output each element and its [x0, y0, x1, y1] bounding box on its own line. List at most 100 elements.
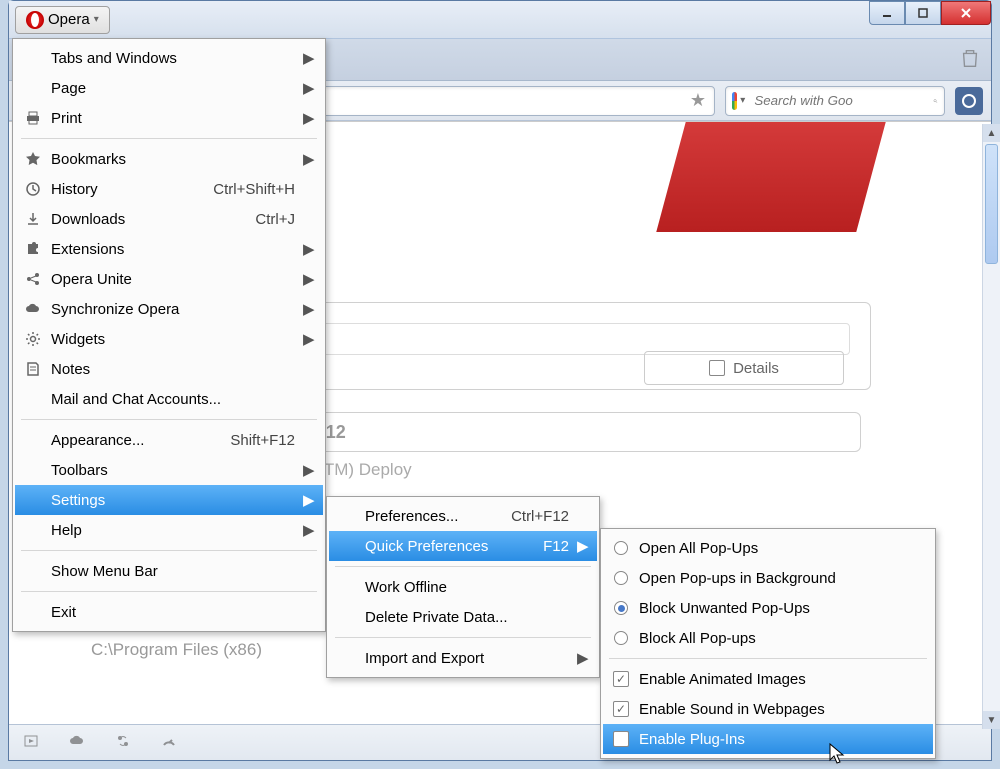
submenu-arrow-icon: ▶ — [303, 49, 313, 67]
menu-item-toolbars[interactable]: Toolbars ▶ — [15, 455, 323, 485]
menu-item-work-offline[interactable]: Work Offline — [329, 572, 597, 602]
minimize-icon — [879, 5, 895, 21]
menu-item-appearance[interactable]: Appearance...Shift+F12 — [15, 425, 323, 455]
maximize-button[interactable] — [905, 1, 941, 25]
menu-item-extensions[interactable]: Extensions ▶ — [15, 234, 323, 264]
menu-item-accelerator: F12 — [513, 538, 569, 555]
checkbox-icon: ✓ — [611, 701, 631, 717]
menu-item-open-pop-ups-in-background[interactable]: Open Pop-ups in Background — [603, 563, 933, 593]
menu-item-widgets[interactable]: Widgets ▶ — [15, 324, 323, 354]
menu-item-block-unwanted-pop-ups[interactable]: Block Unwanted Pop-Ups — [603, 593, 933, 623]
panel-toggle-icon[interactable] — [23, 733, 39, 753]
note-icon — [23, 361, 43, 377]
chevron-down-icon[interactable]: ▾ — [737, 95, 748, 106]
menu-item-label: History — [51, 181, 175, 198]
submenu-arrow-icon: ▶ — [303, 240, 313, 258]
decorative-banner — [656, 122, 885, 232]
chevron-down-icon: ▾ — [94, 14, 99, 25]
menu-item-label: Page — [51, 80, 295, 97]
menu-item-delete-private-data[interactable]: Delete Private Data... — [329, 602, 597, 632]
menu-item-page[interactable]: Page▶ — [15, 73, 323, 103]
closed-tabs-trash-button[interactable] — [959, 47, 981, 73]
menu-item-label: Delete Private Data... — [365, 609, 569, 626]
gear-icon — [23, 331, 43, 347]
menu-item-notes[interactable]: Notes — [15, 354, 323, 384]
menu-item-show-menu-bar[interactable]: Show Menu Bar — [15, 556, 323, 586]
scroll-down-arrow-icon[interactable]: ▼ — [983, 711, 1000, 729]
scroll-up-arrow-icon[interactable]: ▲ — [983, 124, 1000, 142]
minimize-button[interactable] — [869, 1, 905, 25]
menu-item-label: Help — [51, 522, 295, 539]
close-button[interactable] — [941, 1, 991, 25]
menu-item-label: Print — [51, 110, 295, 127]
menu-item-accelerator: Ctrl+F12 — [481, 508, 569, 525]
menu-item-accelerator: Ctrl+J — [225, 211, 295, 228]
menu-item-label: Preferences... — [365, 508, 473, 525]
menu-item-label: Enable Animated Images — [639, 671, 905, 688]
menu-item-label: Widgets — [51, 331, 295, 348]
menu-item-enable-plug-ins[interactable]: Enable Plug-Ins — [603, 724, 933, 754]
star-icon — [23, 151, 43, 167]
menu-separator — [21, 138, 317, 139]
search-field[interactable]: ▾ — [725, 86, 945, 116]
menu-item-synchronize-opera[interactable]: Synchronize Opera▶ — [15, 294, 323, 324]
submenu-arrow-icon: ▶ — [303, 109, 313, 127]
menu-item-opera-unite[interactable]: Opera Unite ▶ — [15, 264, 323, 294]
menu-item-exit[interactable]: Exit — [15, 597, 323, 627]
menu-item-label: Enable Plug-Ins — [639, 731, 905, 748]
menu-item-bookmarks[interactable]: Bookmarks▶ — [15, 144, 323, 174]
opera-turbo-button[interactable] — [955, 87, 983, 115]
menu-item-downloads[interactable]: Downloads Ctrl+J — [15, 204, 323, 234]
menu-item-label: Bookmarks — [51, 151, 295, 168]
menu-item-quick-preferences[interactable]: Quick PreferencesF12▶ — [329, 531, 597, 561]
menu-item-open-all-pop-ups[interactable]: Open All Pop-Ups — [603, 533, 933, 563]
titlebar: Opera ▾ — [9, 1, 991, 39]
menu-item-tabs-and-windows[interactable]: Tabs and Windows ▶ — [15, 43, 323, 73]
menu-item-label: Show Menu Bar — [51, 563, 295, 580]
window-controls — [869, 1, 991, 25]
menu-item-history[interactable]: HistoryCtrl+Shift+H — [15, 174, 323, 204]
opera-menu-button[interactable]: Opera ▾ — [15, 6, 110, 34]
menu-item-settings[interactable]: Settings▶ — [15, 485, 323, 515]
details-button[interactable]: Details — [644, 351, 844, 385]
turbo-status-icon[interactable] — [161, 733, 177, 753]
menu-item-import-and-export[interactable]: Import and Export▶ — [329, 643, 597, 673]
print-icon — [23, 110, 43, 126]
menu-separator — [609, 658, 927, 659]
menu-item-label: Quick Preferences — [365, 538, 505, 555]
menu-item-accelerator: Shift+F12 — [200, 432, 295, 449]
scrollbar-thumb[interactable] — [985, 144, 998, 264]
submenu-arrow-icon: ▶ — [303, 461, 313, 479]
submenu-arrow-icon: ▶ — [577, 649, 587, 667]
submenu-arrow-icon: ▶ — [303, 330, 313, 348]
menu-item-mail-and-chat-accounts[interactable]: Mail and Chat Accounts... — [15, 384, 323, 414]
link-status-icon[interactable] — [115, 733, 131, 753]
checkbox-icon — [709, 360, 725, 376]
radio-icon — [611, 601, 631, 615]
menu-item-label: Mail and Chat Accounts... — [51, 391, 295, 408]
menu-item-label: Downloads — [51, 211, 217, 228]
settings-submenu: Preferences... Ctrl+F12 Quick Preferences F… — [326, 496, 600, 678]
menu-item-label: Block Unwanted Pop-Ups — [639, 600, 905, 617]
menu-item-help[interactable]: Help▶ — [15, 515, 323, 545]
menu-item-print[interactable]: Print ▶ — [15, 103, 323, 133]
menu-item-enable-sound-in-webpages[interactable]: ✓Enable Sound in Webpages — [603, 694, 933, 724]
bookmark-star-icon[interactable]: ★ — [690, 90, 706, 111]
menu-item-block-all-pop-ups[interactable]: Block All Pop-ups — [603, 623, 933, 653]
details-label: Details — [733, 360, 779, 377]
menu-item-label: Work Offline — [365, 579, 569, 596]
vertical-scrollbar[interactable]: ▲ ▼ — [982, 124, 1000, 729]
menu-item-label: Open All Pop-Ups — [639, 540, 905, 557]
search-input[interactable] — [748, 93, 933, 108]
menu-separator — [21, 550, 317, 551]
menu-item-enable-animated-images[interactable]: ✓Enable Animated Images — [603, 664, 933, 694]
menu-item-label: Tabs and Windows — [51, 50, 295, 67]
submenu-arrow-icon: ▶ — [303, 270, 313, 288]
menu-item-label: Extensions — [51, 241, 295, 258]
menu-item-label: Toolbars — [51, 462, 295, 479]
cloud-status-icon[interactable] — [69, 733, 85, 753]
search-icon[interactable] — [933, 93, 938, 109]
menu-item-preferences[interactable]: Preferences... Ctrl+F12 — [329, 501, 597, 531]
menu-item-label: Opera Unite — [51, 271, 295, 288]
menu-separator — [335, 637, 591, 638]
